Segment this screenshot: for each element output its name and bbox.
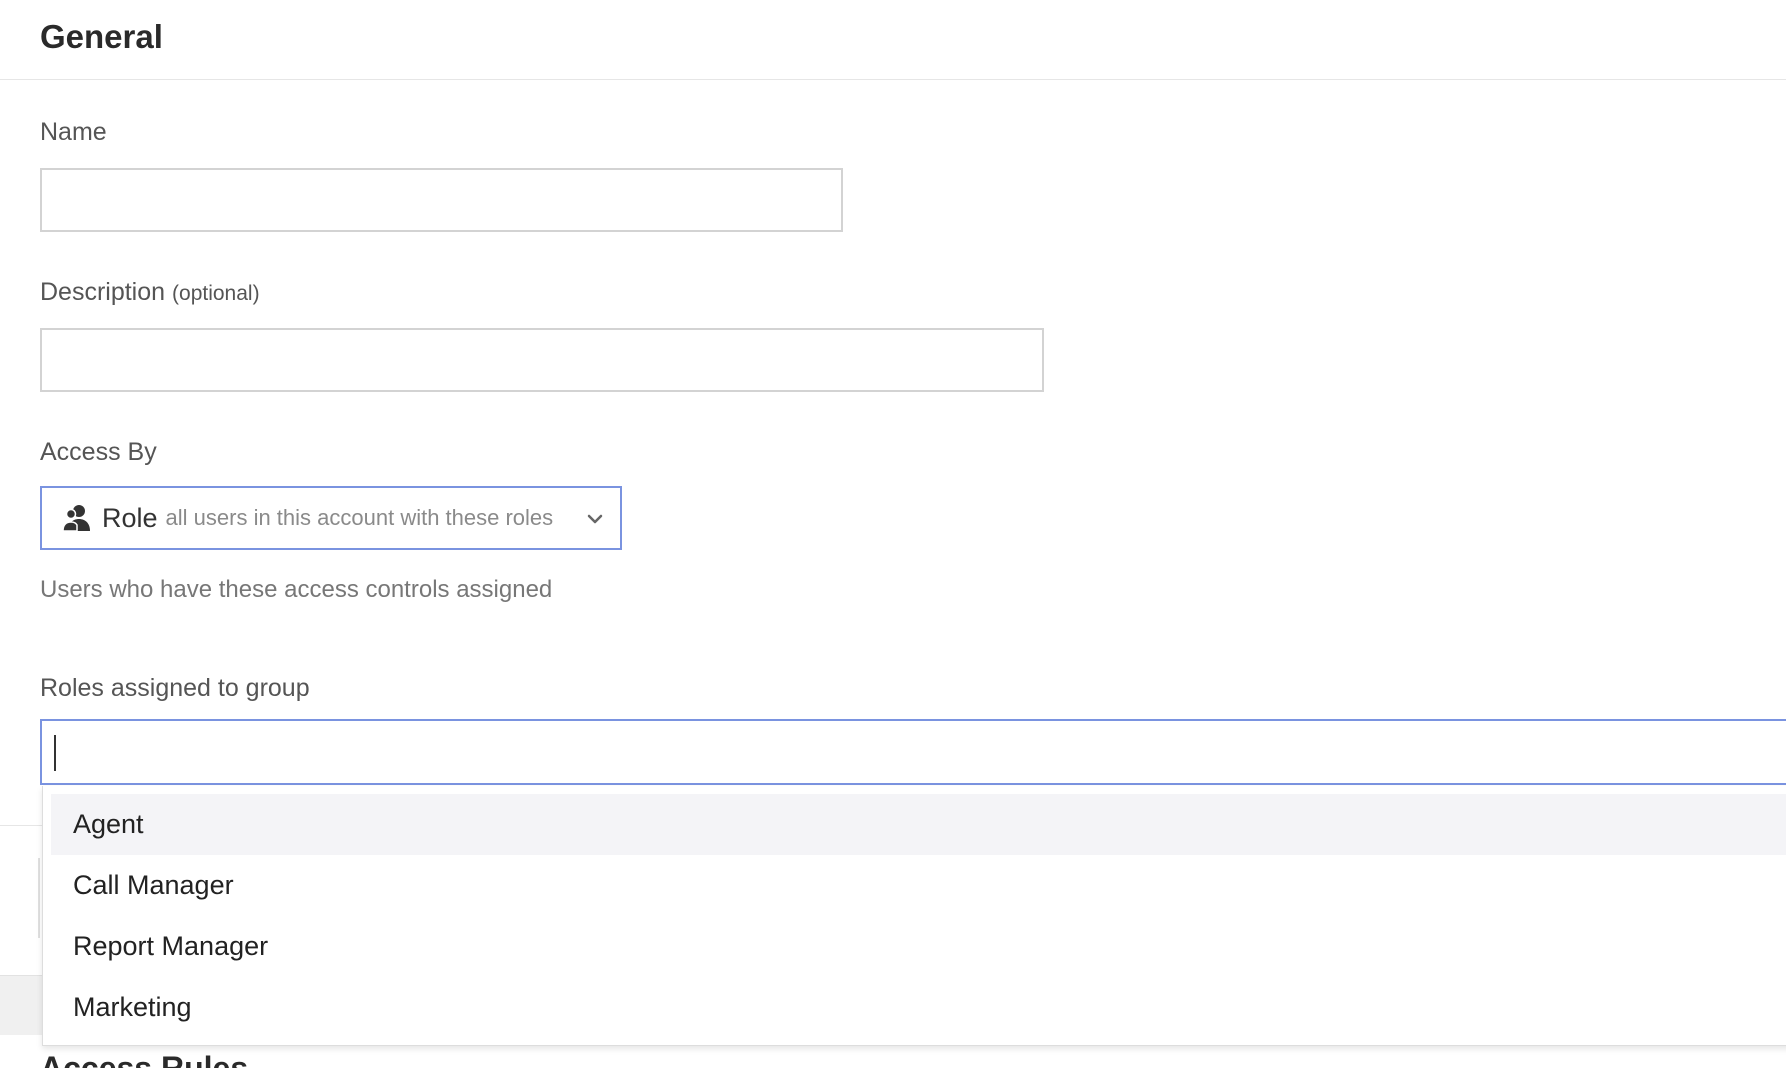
description-label-text: Description: [40, 278, 166, 306]
role-option-marketing[interactable]: Marketing: [51, 977, 1786, 1038]
next-section-title: Access Rules: [40, 1052, 248, 1068]
section-header: General: [0, 0, 1786, 80]
role-option-report-manager[interactable]: Report Manager: [51, 916, 1786, 977]
name-input[interactable]: [40, 168, 843, 232]
role-option-call-manager[interactable]: Call Manager: [51, 855, 1786, 916]
section-title: General: [40, 18, 163, 55]
roles-label: Roles assigned to group: [40, 674, 310, 702]
roles-search-input[interactable]: [40, 719, 1786, 785]
access-by-select[interactable]: Role all users in this account with thes…: [40, 486, 622, 550]
underlying-panel: [0, 975, 42, 1035]
access-by-selected: Role: [102, 502, 158, 533]
access-by-selected-sub: all users in this account with these rol…: [165, 505, 554, 530]
description-input[interactable]: [40, 328, 1044, 392]
chevron-down-icon: [586, 510, 604, 528]
name-label: Name: [40, 118, 107, 146]
role-option-agent[interactable]: Agent: [51, 794, 1786, 855]
description-label: Description (optional): [40, 278, 260, 307]
underlying-field-edge: [38, 858, 40, 938]
divider: [0, 825, 42, 826]
users-icon: [62, 503, 92, 533]
access-by-label: Access By: [40, 438, 157, 466]
access-by-help-text: Users who have these access controls ass…: [40, 576, 553, 603]
page: General Name Description (optional) Acce…: [0, 0, 1786, 1068]
roles-dropdown: Agent Call Manager Report Manager Market…: [42, 786, 1786, 1046]
optional-hint: (optional): [172, 282, 260, 305]
text-cursor: [54, 735, 56, 771]
